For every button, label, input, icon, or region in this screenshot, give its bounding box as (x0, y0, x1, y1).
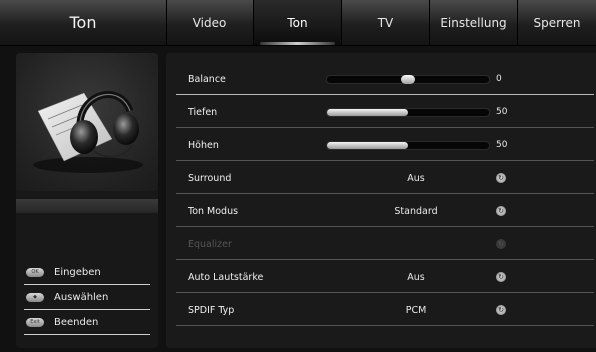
hint-label: Eingeben (54, 266, 101, 278)
surround-value: Aus (407, 172, 425, 184)
spdif-typ-value: PCM (405, 304, 427, 316)
ton-modus-label: Ton Modus (188, 205, 239, 217)
hint-divider (24, 334, 150, 335)
ok-key-icon: OK (26, 267, 44, 277)
hint-enter: OK Eingeben (26, 263, 101, 281)
spdif-typ-row[interactable]: SPDIF Typ PCM ↻ (176, 294, 594, 326)
row-divider (176, 127, 594, 128)
tiefen-fill (327, 108, 408, 116)
cycle-icon[interactable]: ↻ (496, 272, 506, 282)
hint-divider (24, 284, 150, 285)
tab-video[interactable]: Video (166, 0, 254, 45)
balance-value: 0 (496, 74, 502, 84)
row-divider (176, 325, 594, 326)
row-divider (176, 292, 594, 293)
hoehen-row[interactable]: Höhen 50 (176, 129, 594, 161)
hint-label: Auswählen (54, 291, 109, 303)
balance-slider[interactable] (326, 74, 490, 84)
balance-label: Balance (188, 73, 226, 85)
tab-tv[interactable]: TV (342, 0, 430, 45)
tab-sperren[interactable]: Sperren (518, 0, 596, 45)
hoehen-value: 50 (496, 140, 508, 150)
row-divider (176, 94, 594, 95)
balance-knob[interactable] (401, 74, 415, 84)
cycle-icon: ↻ (496, 239, 506, 249)
tiefen-slider[interactable] (326, 107, 490, 117)
row-divider (176, 226, 594, 227)
left-panel: OK Eingeben ◆ Auswählen Exit Beenden (16, 53, 158, 348)
tiefen-row[interactable]: Tiefen 50 (176, 96, 594, 128)
ton-modus-value: Standard (394, 205, 438, 217)
row-divider (176, 193, 594, 194)
tab-ton[interactable]: Ton (254, 0, 342, 45)
surround-label: Surround (188, 172, 232, 184)
surround-row[interactable]: Surround Aus ↻ (176, 162, 594, 194)
page-title: Ton (0, 0, 167, 45)
hint-divider (24, 309, 150, 310)
row-divider (176, 259, 594, 260)
balance-row[interactable]: Balance 0 (176, 63, 594, 95)
auto-lautstaerke-row[interactable]: Auto Lautstärke Aus ↻ (176, 261, 594, 293)
hint-label: Beenden (54, 316, 99, 328)
hint-select: ◆ Auswählen (26, 288, 108, 306)
tiefen-value: 50 (496, 107, 508, 117)
hoehen-label: Höhen (188, 139, 219, 151)
tiefen-label: Tiefen (188, 106, 218, 118)
exit-key-icon: Exit (26, 317, 44, 327)
spdif-typ-label: SPDIF Typ (188, 304, 235, 316)
cycle-icon[interactable]: ↻ (496, 305, 506, 315)
sidebar-divider (16, 199, 158, 213)
headphones-icon (16, 53, 158, 191)
tab-einstellung[interactable]: Einstellung (430, 0, 518, 45)
equalizer-row: Equalizer ↻ (176, 228, 594, 260)
row-divider (176, 160, 594, 161)
hint-exit: Exit Beenden (26, 313, 98, 331)
ton-modus-row[interactable]: Ton Modus Standard ↻ (176, 195, 594, 227)
cycle-icon[interactable]: ↻ (496, 173, 506, 183)
auto-lautstaerke-value: Aus (407, 271, 425, 283)
tv-menu: Ton Video Ton TV Einstellung Sperren OK … (0, 0, 596, 352)
hoehen-fill (327, 141, 408, 149)
nav-key-icon: ◆ (26, 292, 44, 302)
hoehen-slider[interactable] (326, 140, 490, 150)
headphones-illustration (33, 91, 143, 173)
auto-lautstaerke-label: Auto Lautstärke (188, 271, 264, 283)
settings-panel: Balance 0 Tiefen 50 Höhen 50 Surround Au… (166, 53, 596, 348)
top-bar: Ton Video Ton TV Einstellung Sperren (0, 0, 596, 46)
equalizer-label: Equalizer (188, 238, 232, 250)
cycle-icon[interactable]: ↻ (496, 206, 506, 216)
